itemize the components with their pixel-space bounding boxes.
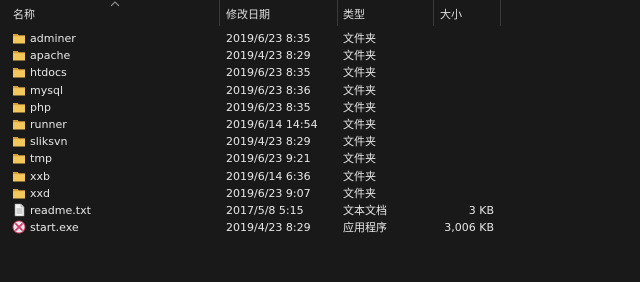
file-size xyxy=(440,150,494,167)
file-modified-date: 2019/6/14 6:36 xyxy=(226,169,311,183)
column-divider[interactable] xyxy=(219,0,220,26)
folder-icon xyxy=(12,134,26,148)
file-row[interactable]: xxb 2019/6/14 6:36 文件夹 xyxy=(0,168,640,185)
file-modified-date: 2019/6/23 8:35 xyxy=(226,66,311,80)
file-name: mysql xyxy=(30,83,63,97)
file-row[interactable]: xxd 2019/6/23 9:07 文件夹 xyxy=(0,185,640,202)
file-type: 文本文档 xyxy=(343,203,387,217)
file-type: 文件夹 xyxy=(343,49,376,63)
file-modified-date: 2017/5/8 5:15 xyxy=(226,203,304,217)
file-name: sliksvn xyxy=(30,135,68,149)
file-modified-date: 2019/4/23 8:29 xyxy=(226,135,311,149)
file-modified-date: 2019/4/23 8:29 xyxy=(226,49,311,63)
file-type: 文件夹 xyxy=(343,117,376,131)
folder-icon xyxy=(12,100,26,114)
file-row[interactable]: apache 2019/4/23 8:29 文件夹 xyxy=(0,47,640,64)
file-list: adminer 2019/6/23 8:35 文件夹 apache 2019/4/23 … xyxy=(0,30,640,236)
file-name: apache xyxy=(30,49,71,63)
folder-icon xyxy=(12,186,26,200)
file-row[interactable]: readme.txt 2017/5/8 5:15 文本文档 3 KB xyxy=(0,202,640,219)
file-name: readme.txt xyxy=(30,203,91,217)
file-name: tmp xyxy=(30,152,53,166)
file-modified-date: 2019/6/23 8:35 xyxy=(226,100,311,114)
file-type: 文件夹 xyxy=(343,66,376,80)
file-row[interactable]: start.exe 2019/4/23 8:29 应用程序 3,006 KB xyxy=(0,219,640,236)
file-modified-date: 2019/6/23 8:36 xyxy=(226,83,311,97)
column-divider[interactable] xyxy=(433,0,434,26)
file-row[interactable]: sliksvn 2019/4/23 8:29 文件夹 xyxy=(0,133,640,150)
file-size xyxy=(440,185,494,202)
column-header-size[interactable]: 大小 xyxy=(440,0,462,26)
file-type: 应用程序 xyxy=(343,221,387,235)
file-name: runner xyxy=(30,117,67,131)
column-header-name[interactable]: 名称 xyxy=(13,0,35,26)
file-row[interactable]: mysql 2019/6/23 8:36 文件夹 xyxy=(0,82,640,99)
file-name: xxd xyxy=(30,186,51,200)
text-file-icon xyxy=(12,203,26,217)
file-type: 文件夹 xyxy=(343,100,376,114)
file-row[interactable]: adminer 2019/6/23 8:35 文件夹 xyxy=(0,30,640,47)
folder-icon xyxy=(12,65,26,79)
file-modified-date: 2019/6/14 14:54 xyxy=(226,117,318,131)
file-size xyxy=(440,116,494,133)
file-type: 文件夹 xyxy=(343,135,376,149)
column-divider[interactable] xyxy=(337,0,338,26)
folder-icon xyxy=(12,117,26,131)
file-size xyxy=(440,64,494,81)
folder-icon xyxy=(12,48,26,62)
file-modified-date: 2019/6/23 8:35 xyxy=(226,32,311,45)
file-modified-date: 2019/4/23 8:29 xyxy=(226,221,311,235)
file-size xyxy=(440,30,494,47)
column-header-modified[interactable]: 修改日期 xyxy=(226,0,270,26)
app-exe-icon xyxy=(12,220,26,234)
file-size: 3,006 KB xyxy=(444,221,494,235)
column-header-bar: 名称 修改日期 类型 大小 xyxy=(0,0,640,26)
file-type: 文件夹 xyxy=(343,186,376,200)
file-modified-date: 2019/6/23 9:07 xyxy=(226,186,311,200)
file-name: xxb xyxy=(30,169,51,183)
sort-ascending-icon xyxy=(110,1,120,7)
column-divider[interactable] xyxy=(500,0,501,26)
file-name: adminer xyxy=(30,32,76,45)
file-row[interactable]: tmp 2019/6/23 9:21 文件夹 xyxy=(0,150,640,167)
file-type: 文件夹 xyxy=(343,32,376,45)
file-name: start.exe xyxy=(30,221,79,235)
file-type: 文件夹 xyxy=(343,169,376,183)
folder-icon xyxy=(12,169,26,183)
file-size xyxy=(440,168,494,185)
file-row[interactable]: htdocs 2019/6/23 8:35 文件夹 xyxy=(0,64,640,81)
file-modified-date: 2019/6/23 9:21 xyxy=(226,152,311,166)
file-size xyxy=(440,99,494,116)
folder-icon xyxy=(12,83,26,97)
folder-icon xyxy=(12,31,26,45)
folder-icon xyxy=(12,151,26,165)
file-size: 3 KB xyxy=(468,203,494,217)
file-size xyxy=(440,47,494,64)
file-row[interactable]: runner 2019/6/14 14:54 文件夹 xyxy=(0,116,640,133)
file-name: htdocs xyxy=(30,66,67,80)
file-row[interactable]: php 2019/6/23 8:35 文件夹 xyxy=(0,99,640,116)
file-type: 文件夹 xyxy=(343,83,376,97)
column-header-type[interactable]: 类型 xyxy=(343,0,365,26)
file-type: 文件夹 xyxy=(343,152,376,166)
file-size xyxy=(440,82,494,99)
file-name: php xyxy=(30,100,51,114)
file-size xyxy=(440,133,494,150)
